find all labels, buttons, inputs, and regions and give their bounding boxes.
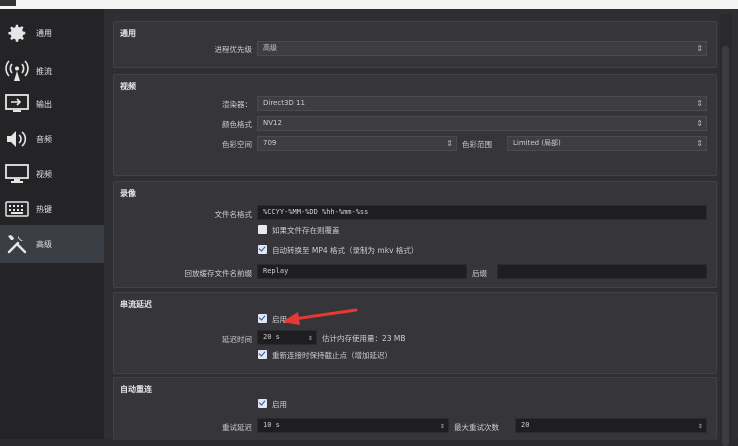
sidebar-item-label: 通用 xyxy=(36,28,52,38)
priority-select[interactable]: 高级 ⇕ xyxy=(257,41,707,56)
color-format-value: NV12 xyxy=(263,119,282,127)
gear-icon xyxy=(4,20,30,46)
chevron-updown-icon: ⇕ xyxy=(696,119,703,128)
remux-checkbox[interactable] xyxy=(258,245,267,254)
color-range-select[interactable]: Limited (局部) ⇕ xyxy=(507,136,707,151)
spin-arrows-icon[interactable]: ⇕ xyxy=(698,420,703,432)
max-retries-spinbox[interactable]: 20 ⇕ xyxy=(515,418,707,433)
priority-value: 高级 xyxy=(263,44,277,52)
group-title: 录像 xyxy=(120,189,136,198)
priority-label: 进程优先级 xyxy=(214,45,253,54)
sidebar-item-label: 视频 xyxy=(36,169,52,179)
group-title: 自动重连 xyxy=(120,385,152,394)
monitor-icon xyxy=(4,161,30,187)
chevron-updown-icon: ⇕ xyxy=(696,139,703,148)
filename-format-input[interactable]: %CCYY-%MM-%DD %hh-%mm-%ss xyxy=(257,205,707,220)
delay-duration-value: 20 s xyxy=(263,333,280,341)
chevron-updown-icon: ⇕ xyxy=(696,99,703,108)
stream-delay-group: 串流延迟 xyxy=(113,292,717,374)
annotation-arrow-icon xyxy=(282,308,358,325)
speaker-icon xyxy=(4,126,30,152)
replay-prefix-label: 回放缓存文件名前缀 xyxy=(184,269,253,278)
color-space-value: 709 xyxy=(263,139,277,147)
sidebar-item-label: 高级 xyxy=(36,239,52,249)
max-retries-label: 最大重试次数 xyxy=(454,423,499,432)
reconnect-enable-checkbox[interactable] xyxy=(258,399,267,408)
settings-sidebar: 通用 推流 输出 音频 视频 热键 高级 xyxy=(0,9,105,439)
group-title: 串流延迟 xyxy=(120,300,152,309)
spin-arrows-icon[interactable]: ⇕ xyxy=(308,332,313,344)
output-icon xyxy=(4,91,30,117)
filename-format-label: 文件名格式 xyxy=(214,210,253,219)
replay-prefix-input[interactable]: Replay xyxy=(257,264,467,279)
group-title: 通用 xyxy=(120,29,136,38)
replay-prefix-value: Replay xyxy=(263,267,289,275)
keyboard-icon xyxy=(4,196,30,222)
sidebar-item-audio[interactable]: 音频 xyxy=(0,120,104,158)
preserve-cutoff-checkbox[interactable] xyxy=(258,350,267,359)
retry-delay-label: 重试延迟 xyxy=(222,423,252,432)
spin-arrows-icon[interactable]: ⇕ xyxy=(440,420,445,432)
chevron-updown-icon: ⇕ xyxy=(696,44,703,53)
overwrite-checkbox[interactable] xyxy=(258,225,267,234)
vertical-scrollbar[interactable] xyxy=(720,14,732,446)
group-title: 视频 xyxy=(120,82,136,91)
renderer-value: Direct3D 11 xyxy=(263,99,305,107)
sidebar-item-label: 推流 xyxy=(36,66,52,76)
tools-icon xyxy=(4,231,30,257)
color-format-select[interactable]: NV12 ⇕ xyxy=(257,116,707,131)
sidebar-item-advanced[interactable]: 高级 xyxy=(0,225,104,263)
delay-enable-checkbox[interactable] xyxy=(258,314,267,323)
sidebar-item-hotkeys[interactable]: 热键 xyxy=(0,190,104,228)
scrollbar-thumb[interactable] xyxy=(722,46,729,446)
sidebar-item-general[interactable]: 通用 xyxy=(0,14,104,52)
color-range-value: Limited (局部) xyxy=(513,139,561,147)
overwrite-label: 如果文件存在则覆盖 xyxy=(272,226,340,235)
suffix-input[interactable] xyxy=(497,264,707,279)
retry-delay-spinbox[interactable]: 10 s ⇕ xyxy=(257,418,449,433)
color-space-select[interactable]: 709 ⇕ xyxy=(257,136,457,151)
reconnect-enable-label: 启用 xyxy=(272,400,287,409)
color-range-label: 色彩范围 xyxy=(462,140,492,149)
color-format-label: 颜色格式 xyxy=(222,120,252,129)
window-top-edge xyxy=(0,0,738,9)
remux-label: 自动转换至 MP4 格式（录制为 mkv 格式） xyxy=(272,246,419,255)
sidebar-item-output[interactable]: 输出 xyxy=(0,85,104,123)
filename-format-value: %CCYY-%MM-%DD %hh-%mm-%ss xyxy=(263,208,369,216)
renderer-label: 渲染器： xyxy=(222,100,252,109)
broadcast-icon xyxy=(4,58,30,84)
sidebar-item-label: 热键 xyxy=(36,204,52,214)
delay-duration-label: 延迟时间 xyxy=(222,335,252,344)
window-icon-fragment xyxy=(0,0,16,6)
preserve-cutoff-label: 重新连接时保持截止点（增加延迟） xyxy=(272,351,392,360)
memory-estimate: 估计内存使用量：23 MB xyxy=(322,334,406,343)
retry-delay-value: 10 s xyxy=(263,421,280,429)
sidebar-item-video[interactable]: 视频 xyxy=(0,155,104,193)
max-retries-value: 20 xyxy=(521,421,530,429)
suffix-label: 后缀 xyxy=(472,269,487,278)
renderer-select[interactable]: Direct3D 11 ⇕ xyxy=(257,96,707,111)
sidebar-item-label: 音频 xyxy=(36,134,52,144)
chevron-updown-icon: ⇕ xyxy=(446,139,453,148)
sidebar-item-label: 输出 xyxy=(36,99,52,109)
color-space-label: 色彩空间 xyxy=(222,140,252,149)
